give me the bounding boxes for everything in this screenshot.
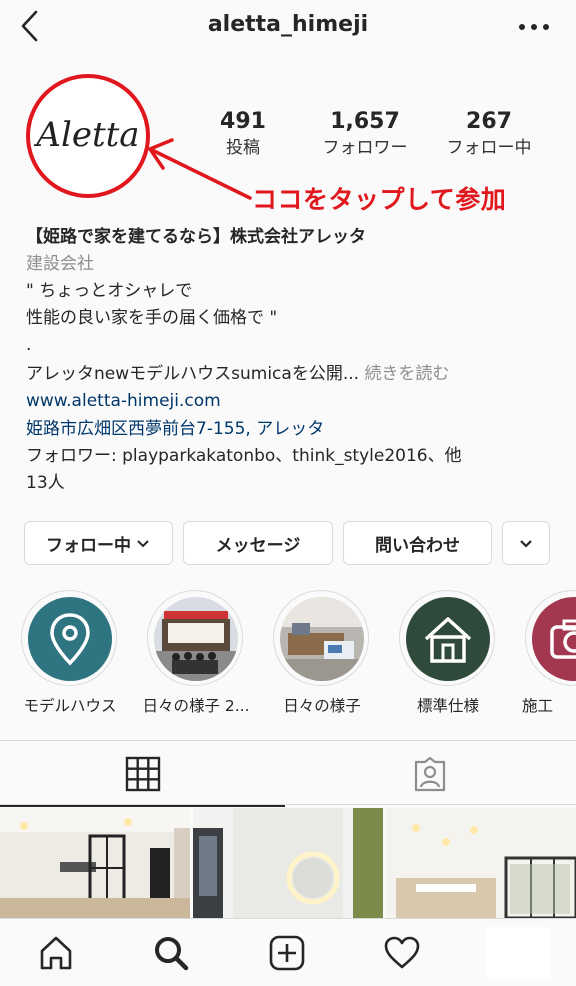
highlight-label: モデルハウス <box>23 697 117 715</box>
tagged-person-icon[interactable] <box>412 756 448 792</box>
annotation-arrow-icon <box>148 138 252 200</box>
avatar-logo-text: Aletta <box>33 115 139 155</box>
highlight-photo-shrine <box>154 597 238 681</box>
profile-placeholder[interactable] <box>486 927 550 979</box>
contact-button-label: 問い合わせ <box>375 535 460 556</box>
profile-name: 【姫路で家を建てるなら】株式会社アレッタ <box>26 227 366 247</box>
bio-line-4: アレッタnewモデルハウスsumicaを公開... 続きを読む <box>26 361 566 388</box>
location-pin-icon <box>50 613 90 666</box>
address-link[interactable]: 姫路市広畑区西夢前台7-155, アレッタ <box>26 416 566 443</box>
read-more-link[interactable]: 続きを読む <box>364 364 449 384</box>
contact-button[interactable]: 問い合わせ <box>343 521 492 565</box>
username-title: aletta_himeji <box>207 12 369 37</box>
bio-line-4-text: アレッタnewモデルハウスsumicaを公開... <box>26 364 360 384</box>
active-tab-indicator <box>0 805 285 807</box>
divider <box>0 740 576 741</box>
message-button-label: メッセージ <box>215 535 301 556</box>
bio-line-1: " ちょっとオシャレで <box>26 281 193 301</box>
highlight-label: 日々の様子 2... <box>142 697 250 715</box>
following-stat[interactable]: 267 フォロー中 <box>436 108 542 160</box>
bio-line-3: . <box>26 335 32 355</box>
followers-stat[interactable]: 1,657 フォロワー <box>310 108 420 160</box>
heart-icon[interactable] <box>382 933 422 973</box>
followed-by-line-1[interactable]: フォロワー: playparkakatonbo、think_style2016、… <box>26 443 566 470</box>
following-button-label: フォロー中 <box>46 535 131 556</box>
following-button[interactable]: フォロー中 <box>24 521 173 565</box>
camera-icon <box>550 619 576 659</box>
following-label: フォロー中 <box>446 138 532 158</box>
highlight-label: 標準仕様 <box>416 697 479 715</box>
chevron-down-icon <box>137 540 149 548</box>
followed-by-line-2[interactable]: 13人 <box>26 470 566 497</box>
profile-avatar[interactable]: Aletta <box>26 74 150 198</box>
grid-photo[interactable] <box>386 808 576 918</box>
more-dots-icon[interactable] <box>514 12 554 42</box>
suggestions-button[interactable] <box>502 521 550 565</box>
highlight-photo-meeting <box>280 597 364 681</box>
following-count: 267 <box>466 109 512 134</box>
followers-count: 1,657 <box>330 109 400 134</box>
grid-photo[interactable] <box>193 808 383 918</box>
home-icon[interactable] <box>36 933 76 973</box>
add-post-icon[interactable] <box>267 933 307 973</box>
highlight-label: 施工 <box>522 697 554 715</box>
grid-icon[interactable] <box>125 756 161 792</box>
bio-line-2: 性能の良い家を手の届く価格で " <box>26 308 278 328</box>
chevron-down-icon <box>520 540 532 548</box>
highlight-label: 日々の様子 <box>283 697 361 715</box>
grid-photo[interactable] <box>0 808 190 918</box>
annotation-text: ココをタップして参加 <box>252 185 507 214</box>
search-icon[interactable] <box>151 933 191 973</box>
bottom-nav <box>0 918 576 986</box>
website-link[interactable]: www.aletta-himeji.com <box>26 388 566 415</box>
message-button[interactable]: メッセージ <box>183 521 333 565</box>
top-bar: aletta_himeji <box>0 0 576 56</box>
house-icon <box>424 617 472 663</box>
profile-category: 建設会社 <box>26 254 94 274</box>
followers-label: フォロワー <box>322 138 408 158</box>
